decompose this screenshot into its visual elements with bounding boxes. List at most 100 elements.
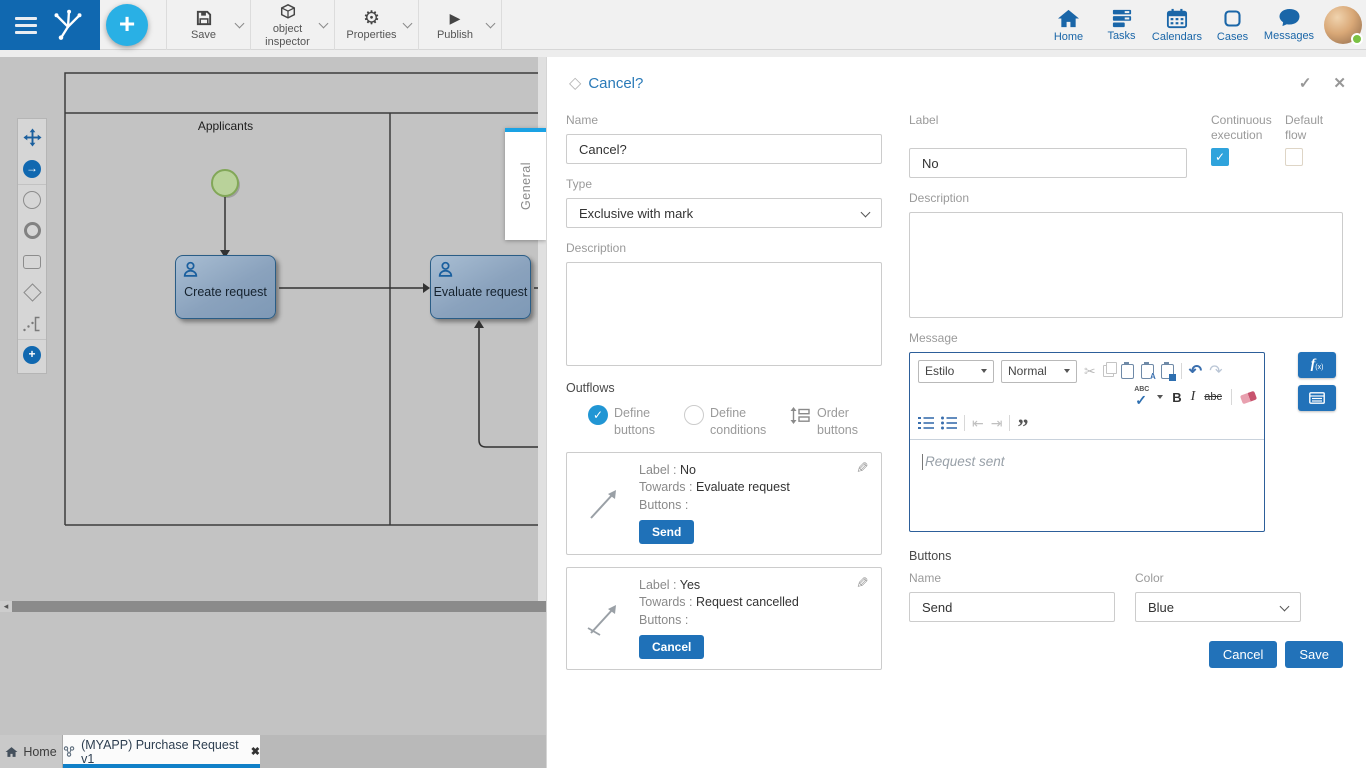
nav-home[interactable]: Home: [1042, 1, 1095, 49]
message-richtext-editor[interactable]: Estilo Normal ✂ A: [909, 352, 1265, 532]
paste-icon[interactable]: [1121, 364, 1134, 379]
nav-messages-label: Messages: [1264, 30, 1314, 42]
tab-purchase-request[interactable]: (MYAPP) Purchase Request v1 ✖: [63, 735, 260, 768]
default-flow-arrow-icon: [567, 597, 639, 639]
tool-task[interactable]: [18, 246, 46, 277]
object-inspector-dropdown-chevron-icon[interactable]: [318, 18, 328, 28]
edit-pencil-icon[interactable]: ✎: [856, 459, 869, 477]
outflows-mode-options: ✓ Define buttons Define conditions Order…: [566, 405, 882, 439]
continuous-execution-checkbox[interactable]: ✓: [1211, 148, 1229, 166]
remove-format-eraser-icon[interactable]: [1240, 390, 1257, 404]
edit-pencil-icon[interactable]: ✎: [856, 574, 869, 592]
label-value: Yes: [680, 578, 700, 592]
scroll-left-arrow-icon[interactable]: ◂: [0, 601, 12, 612]
flow-description-textarea[interactable]: [909, 212, 1343, 318]
button-name-input[interactable]: [909, 592, 1115, 622]
indent-icon[interactable]: ⇥: [991, 415, 1003, 432]
confirm-icon[interactable]: ✓: [1299, 74, 1312, 92]
app-window: + Save object inspector: [0, 0, 1366, 768]
formula-button[interactable]: f (x): [1298, 352, 1336, 378]
color-select[interactable]: Blue: [1135, 592, 1301, 622]
outflow-card-no[interactable]: Label : No Towards : Evaluate request Bu…: [566, 452, 882, 555]
outdent-icon[interactable]: ⇤: [972, 415, 984, 432]
object-inspector-button[interactable]: object inspector: [259, 2, 317, 48]
publish-dropdown-chevron-icon[interactable]: [486, 18, 496, 28]
cancel-button-chip[interactable]: Cancel: [639, 635, 704, 660]
nav-calendars[interactable]: Calendars: [1148, 1, 1206, 49]
add-button[interactable]: +: [106, 4, 148, 46]
template-button[interactable]: [1298, 385, 1336, 411]
active-tab-underline: [63, 764, 260, 768]
bpmn-canvas[interactable]: Applicants Create request Evaluate reque…: [0, 57, 546, 768]
style-dropdown-value: Estilo: [925, 364, 954, 378]
gateway-form-column: Name Type Exclusive with mark Descriptio…: [566, 113, 882, 682]
undo-icon[interactable]: ↶: [1189, 361, 1202, 381]
redo-icon[interactable]: ↷: [1209, 361, 1222, 381]
strikethrough-icon[interactable]: abc: [1204, 391, 1222, 403]
horizontal-scrollbar-thumb[interactable]: [12, 601, 546, 612]
numbered-list-icon[interactable]: [918, 416, 934, 430]
name-input[interactable]: [566, 134, 882, 164]
message-editor-content[interactable]: Request sent: [910, 440, 1264, 484]
cancel-button[interactable]: Cancel: [1209, 641, 1277, 668]
task-evaluate-request[interactable]: Evaluate request: [430, 255, 531, 319]
tool-add[interactable]: +: [18, 339, 46, 370]
format-dropdown[interactable]: Normal: [1001, 360, 1077, 383]
tab-home[interactable]: Home: [0, 735, 63, 768]
bold-icon[interactable]: B: [1172, 390, 1181, 405]
default-flow-checkbox[interactable]: [1285, 148, 1303, 166]
tab-close-icon[interactable]: ✖: [251, 745, 260, 758]
general-side-tab[interactable]: General: [505, 128, 546, 240]
flow-label-input[interactable]: [909, 148, 1187, 178]
publish-group: ▶ Publish: [418, 0, 502, 50]
user-avatar[interactable]: [1324, 6, 1362, 44]
properties-dropdown-chevron-icon[interactable]: [402, 18, 412, 28]
hamburger-menu-icon[interactable]: [15, 17, 37, 34]
tool-start-event[interactable]: [18, 184, 46, 215]
blockquote-icon[interactable]: ”: [1017, 414, 1028, 432]
type-select[interactable]: Exclusive with mark: [566, 198, 882, 228]
label-value: No: [680, 463, 696, 477]
paste-as-text-icon[interactable]: A: [1141, 364, 1154, 379]
tool-end-event[interactable]: [18, 215, 46, 246]
color-label: Color: [1135, 571, 1301, 585]
description-textarea[interactable]: [566, 262, 882, 366]
paste-from-word-icon[interactable]: [1161, 364, 1174, 379]
name-label: Name: [566, 113, 882, 127]
italic-icon[interactable]: I: [1191, 389, 1196, 405]
save-button[interactable]: Save: [1285, 641, 1343, 668]
tool-move[interactable]: [18, 122, 46, 153]
close-panel-icon[interactable]: ✕: [1333, 74, 1346, 92]
nav-tasks[interactable]: Tasks: [1095, 1, 1148, 49]
default-flow-label: Default flow: [1285, 113, 1343, 142]
tool-gateway[interactable]: [18, 277, 46, 308]
cut-icon[interactable]: ✂: [1084, 363, 1096, 380]
chevron-down-icon: [861, 207, 871, 217]
order-buttons-action[interactable]: Order buttons: [790, 405, 879, 439]
outflow-card-yes[interactable]: Label : Yes Towards : Request cancelled …: [566, 567, 882, 670]
spellcheck-icon[interactable]: ABC ✓: [1134, 388, 1152, 406]
radio-define-conditions[interactable]: Define conditions: [684, 405, 790, 439]
send-button-chip[interactable]: Send: [639, 520, 694, 545]
tool-sequence-flow[interactable]: →: [18, 153, 46, 184]
save-dropdown-chevron-icon[interactable]: [234, 18, 244, 28]
save-floppy-icon: [195, 8, 213, 28]
nav-messages[interactable]: Messages: [1259, 1, 1319, 49]
spellcheck-chevron-icon[interactable]: [1157, 395, 1163, 399]
task-create-request[interactable]: Create request: [175, 255, 276, 319]
app-logo-bird-foot-icon[interactable]: [50, 7, 86, 43]
properties-button[interactable]: ⚙ Properties: [343, 8, 401, 42]
tasks-icon: [1111, 8, 1133, 28]
style-dropdown[interactable]: Estilo: [918, 360, 994, 383]
save-button[interactable]: Save: [175, 8, 233, 42]
start-event[interactable]: [212, 170, 238, 196]
tool-annotation-connector[interactable]: [18, 308, 46, 339]
publish-button[interactable]: ▶ Publish: [426, 8, 484, 42]
horizontal-scrollbar[interactable]: ◂: [0, 601, 546, 612]
copy-icon[interactable]: [1103, 365, 1114, 377]
bulleted-list-icon[interactable]: [941, 416, 957, 430]
editor-side-buttons: f (x): [1298, 352, 1336, 532]
panel-title: Cancel?: [588, 75, 643, 92]
nav-cases[interactable]: Cases: [1206, 1, 1259, 49]
radio-define-buttons[interactable]: ✓ Define buttons: [588, 405, 684, 439]
